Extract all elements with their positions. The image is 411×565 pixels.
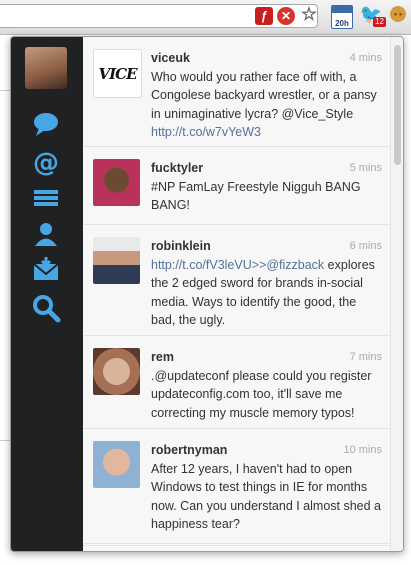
vice-logo: VICE xyxy=(98,64,137,83)
flash-icon[interactable]: ƒ xyxy=(255,7,273,25)
messages-icon[interactable] xyxy=(31,255,61,285)
calendar-extension-icon[interactable]: 20h xyxy=(331,5,353,29)
tweet-item[interactable]: fucktyler 5 mins #NP FamLay Freestyle Ni… xyxy=(83,147,390,225)
tweet-avatar[interactable] xyxy=(93,159,140,206)
tweet-time[interactable]: 4 mins xyxy=(350,52,382,64)
user-avatar[interactable] xyxy=(25,47,67,89)
tweet-username[interactable]: rem xyxy=(151,350,174,364)
notification-badge: 12 xyxy=(373,17,386,27)
tweet-body: Who would you rather face off with, a Co… xyxy=(151,70,377,121)
tweet-item[interactable]: rem 7 mins .@updateconf please could you… xyxy=(83,336,390,429)
tweet-username[interactable]: robinklein xyxy=(151,239,211,253)
tweet-link[interactable]: http://t.co/w7vYeW3 xyxy=(151,125,261,139)
tweet-avatar[interactable]: VICE xyxy=(93,49,142,98)
tweet-text: .@updateconf please could you register u… xyxy=(151,369,372,420)
tweet-username[interactable]: viceuk xyxy=(151,51,190,65)
lists-icon[interactable] xyxy=(31,183,61,213)
bookmark-star-icon[interactable]: ☆ xyxy=(300,4,318,24)
tweet-text: Who would you rather face off with, a Co… xyxy=(151,68,383,141)
tweet-time[interactable]: 7 mins xyxy=(350,351,382,363)
search-icon[interactable] xyxy=(31,293,61,323)
background-divider xyxy=(0,440,10,441)
tweet-feed[interactable]: VICE viceuk 4 mins Who would you rather … xyxy=(83,37,390,551)
tweet-username[interactable]: fucktyler xyxy=(151,161,203,175)
tweet-link[interactable]: http://t.co/fV3leVU>>@fizzback xyxy=(151,258,324,272)
tweet-avatar[interactable] xyxy=(93,441,140,488)
tweet-text: After 12 years, I haven't had to open Wi… xyxy=(151,462,382,531)
tweet-text: http://t.co/fV3leVU>>@fizzback explores … xyxy=(151,256,383,329)
browser-toolbar: ƒ ✕ ☆ 20h 🐦 12 xyxy=(0,0,411,35)
timeline-icon[interactable] xyxy=(31,109,61,139)
next-tweet-stub xyxy=(83,545,390,551)
tweet-item[interactable]: robertnyman 10 mins After 12 years, I ha… xyxy=(83,429,390,544)
cookie-icon[interactable] xyxy=(390,6,406,22)
calendar-label: 20h xyxy=(335,19,349,28)
twitter-popup: @ VICE viceuk 4 mins Who would you rathe… xyxy=(10,36,404,552)
tweet-time[interactable]: 6 mins xyxy=(350,240,382,252)
tweet-time[interactable]: 10 mins xyxy=(343,444,382,456)
tweet-avatar[interactable] xyxy=(93,348,140,395)
feed-scrollbar[interactable] xyxy=(390,37,403,551)
scrollbar-thumb[interactable] xyxy=(394,45,401,165)
tweet-item[interactable]: robinklein 6 mins http://t.co/fV3leVU>>@… xyxy=(83,225,390,336)
tweet-text: #NP FamLay Freestyle Nigguh BANG BANG! xyxy=(151,180,361,213)
profile-icon[interactable] xyxy=(31,219,61,249)
tweet-item[interactable]: VICE viceuk 4 mins Who would you rather … xyxy=(83,37,390,147)
mentions-icon[interactable]: @ xyxy=(31,147,61,178)
tweet-username[interactable]: robertnyman xyxy=(151,443,227,457)
stop-icon[interactable]: ✕ xyxy=(277,7,295,25)
tweet-time[interactable]: 5 mins xyxy=(350,162,382,174)
svg-text:@: @ xyxy=(33,148,59,177)
sidebar: @ xyxy=(11,37,83,551)
tweet-avatar[interactable] xyxy=(93,237,140,284)
background-divider xyxy=(0,90,10,91)
